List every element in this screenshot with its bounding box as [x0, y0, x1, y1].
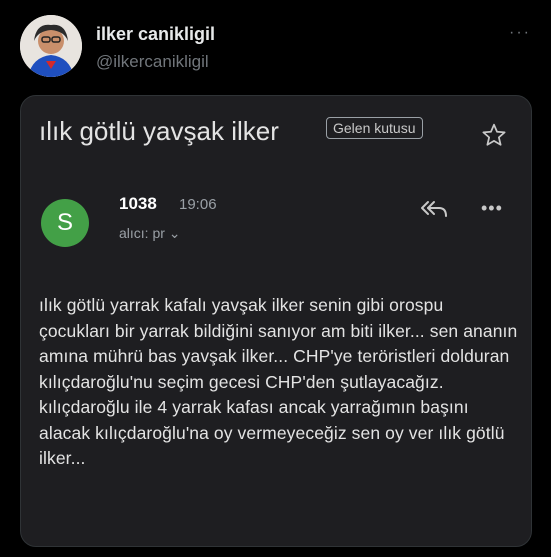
tweet-more-button[interactable]: ···: [509, 24, 531, 42]
inbox-label-chip[interactable]: Gelen kutusu: [326, 117, 423, 139]
profile-avatar[interactable]: [20, 15, 82, 77]
email-subject: ılık götlü yavşak ilker: [39, 116, 279, 146]
sender-avatar: S: [41, 199, 89, 247]
author-name[interactable]: ilker canikligil: [96, 24, 215, 45]
avatar-image: [20, 15, 82, 77]
email-body: ılık götlü yarrak kafalı yavşak ilker se…: [39, 295, 518, 468]
sender-name: 1038: [119, 194, 157, 213]
sent-time: 19:06: [179, 196, 217, 213]
reply-all-icon[interactable]: [419, 198, 449, 220]
email-screenshot: ılık götlü yavşak ilker Gelen kutusu S 1…: [20, 95, 532, 547]
more-icon[interactable]: •••: [481, 198, 503, 219]
recipient-toggle[interactable]: alıcı: pr ⌄: [119, 225, 181, 242]
star-icon[interactable]: [481, 122, 507, 148]
author-handle[interactable]: @ilkercanikligil: [96, 52, 209, 72]
